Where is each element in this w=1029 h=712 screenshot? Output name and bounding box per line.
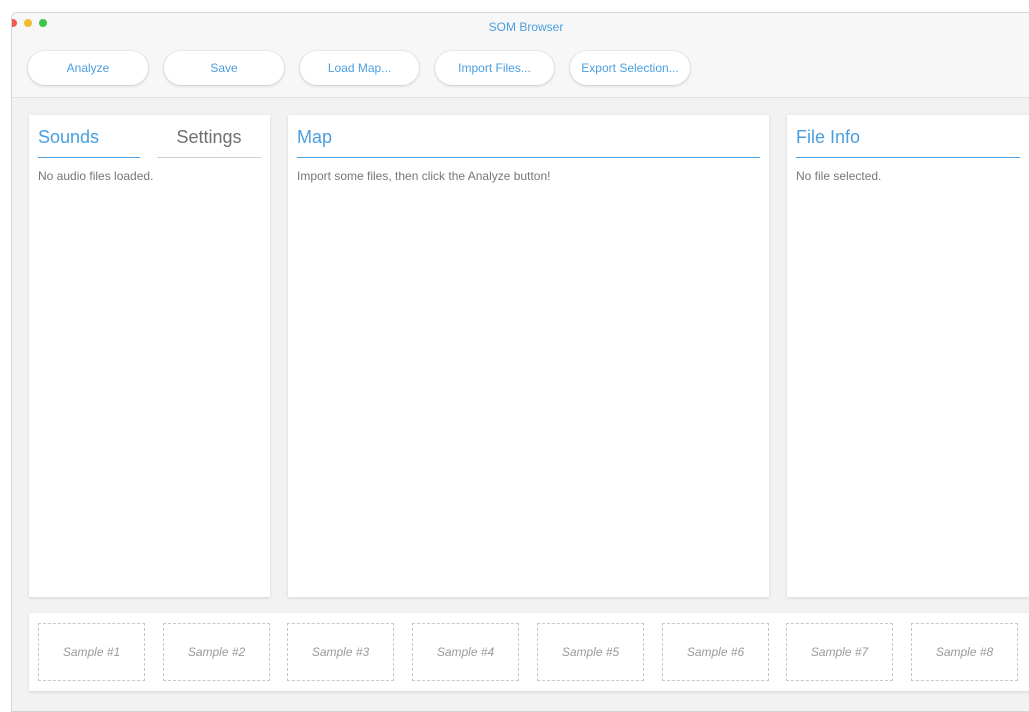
load-map-button[interactable]: Load Map... [300, 51, 419, 85]
map-title: Map [297, 126, 760, 158]
sample-slot-5[interactable]: Sample #5 [537, 623, 644, 681]
sample-slot-2[interactable]: Sample #2 [163, 623, 270, 681]
map-empty-message: Import some files, then click the Analyz… [297, 169, 551, 183]
export-selection-button[interactable]: Export Selection... [570, 51, 690, 85]
sounds-empty-message: No audio files loaded. [38, 169, 154, 183]
tab-sounds[interactable]: Sounds [38, 126, 140, 158]
sample-slot-4[interactable]: Sample #4 [412, 623, 519, 681]
toolbar: Analyze Save Load Map... Import Files...… [28, 51, 690, 85]
sample-slot-6[interactable]: Sample #6 [662, 623, 769, 681]
sample-slot-8[interactable]: Sample #8 [911, 623, 1018, 681]
analyze-button[interactable]: Analyze [28, 51, 148, 85]
sample-slot-3[interactable]: Sample #3 [287, 623, 394, 681]
file-info-panel: File Info No file selected. [787, 115, 1029, 597]
window-title: SOM Browser [12, 20, 1029, 34]
tab-settings[interactable]: Settings [157, 126, 261, 158]
file-info-empty-message: No file selected. [796, 169, 882, 183]
sample-slot-1[interactable]: Sample #1 [38, 623, 145, 681]
window-title-text: SOM Browser [488, 20, 564, 34]
sample-slot-7[interactable]: Sample #7 [786, 623, 893, 681]
file-info-title: File Info [796, 126, 1020, 158]
sounds-tab-row: Sounds Settings [38, 126, 261, 158]
sounds-panel: Sounds Settings No audio files loaded. [29, 115, 270, 597]
titlebar: SOM Browser Analyze Save Load Map... Imp… [12, 13, 1029, 98]
app-window: SOM Browser Analyze Save Load Map... Imp… [11, 12, 1029, 712]
save-button[interactable]: Save [164, 51, 284, 85]
map-panel: Map Import some files, then click the An… [288, 115, 769, 597]
sample-bar: Sample #1 Sample #2 Sample #3 Sample #4 … [29, 613, 1029, 691]
import-files-button[interactable]: Import Files... [435, 51, 554, 85]
